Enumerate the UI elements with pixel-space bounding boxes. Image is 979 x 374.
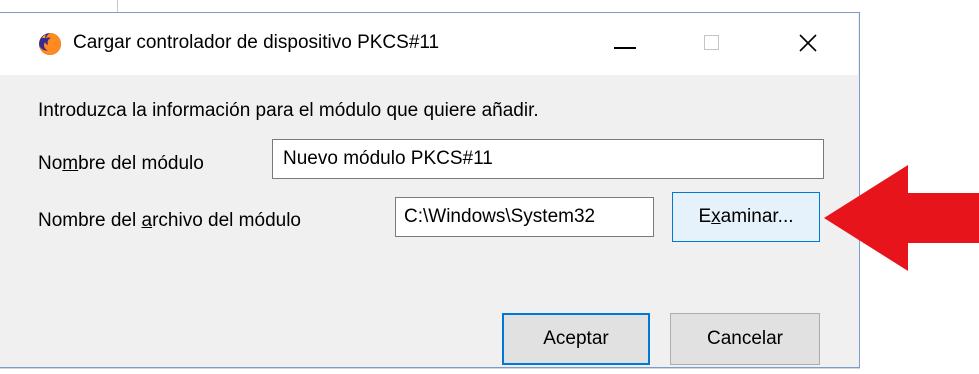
- accelerator-key: a: [141, 210, 153, 231]
- module-file-label: Nombre del archivo del módulo: [38, 210, 301, 232]
- firefox-icon: [39, 33, 61, 55]
- cancel-button[interactable]: Cancelar: [670, 313, 820, 365]
- module-file-input[interactable]: C:\Windows\System32: [395, 197, 654, 237]
- module-name-input[interactable]: Nuevo módulo PKCS#11: [272, 139, 824, 179]
- left-arrow-icon: [824, 165, 979, 271]
- module-name-label: Nombre del módulo: [38, 153, 204, 175]
- background-window-edge: [0, 368, 860, 369]
- close-icon: [799, 34, 817, 52]
- background-window-edge: [117, 0, 118, 12]
- maximize-button[interactable]: [680, 13, 740, 75]
- browse-button[interactable]: Examinar...: [672, 192, 820, 242]
- accelerator-key: x: [711, 206, 721, 227]
- label-part: E: [698, 206, 712, 227]
- label-part: rchivo del módulo: [152, 210, 301, 231]
- dialog-title: Cargar controlador de dispositivo PKCS#1…: [73, 32, 440, 53]
- maximize-icon: [704, 35, 719, 50]
- label-part: No: [38, 153, 63, 174]
- minimize-icon: [614, 47, 636, 49]
- screen: Cargar controlador de dispositivo PKCS#1…: [0, 0, 979, 374]
- accept-button[interactable]: Aceptar: [502, 313, 650, 365]
- label-part: bre del módulo: [78, 153, 204, 174]
- label-part: aminar...: [720, 206, 794, 227]
- intro-text: Introduzca la información para el módulo…: [38, 100, 539, 121]
- pkcs11-dialog: Cargar controlador de dispositivo PKCS#1…: [0, 12, 860, 368]
- close-button[interactable]: [778, 13, 838, 75]
- title-bar[interactable]: Cargar controlador de dispositivo PKCS#1…: [0, 13, 858, 75]
- label-part: Nombre del: [38, 210, 142, 231]
- dialog-content: Introduzca la información para el módulo…: [0, 75, 858, 367]
- accelerator-key: m: [62, 153, 79, 174]
- minimize-button[interactable]: [596, 13, 656, 75]
